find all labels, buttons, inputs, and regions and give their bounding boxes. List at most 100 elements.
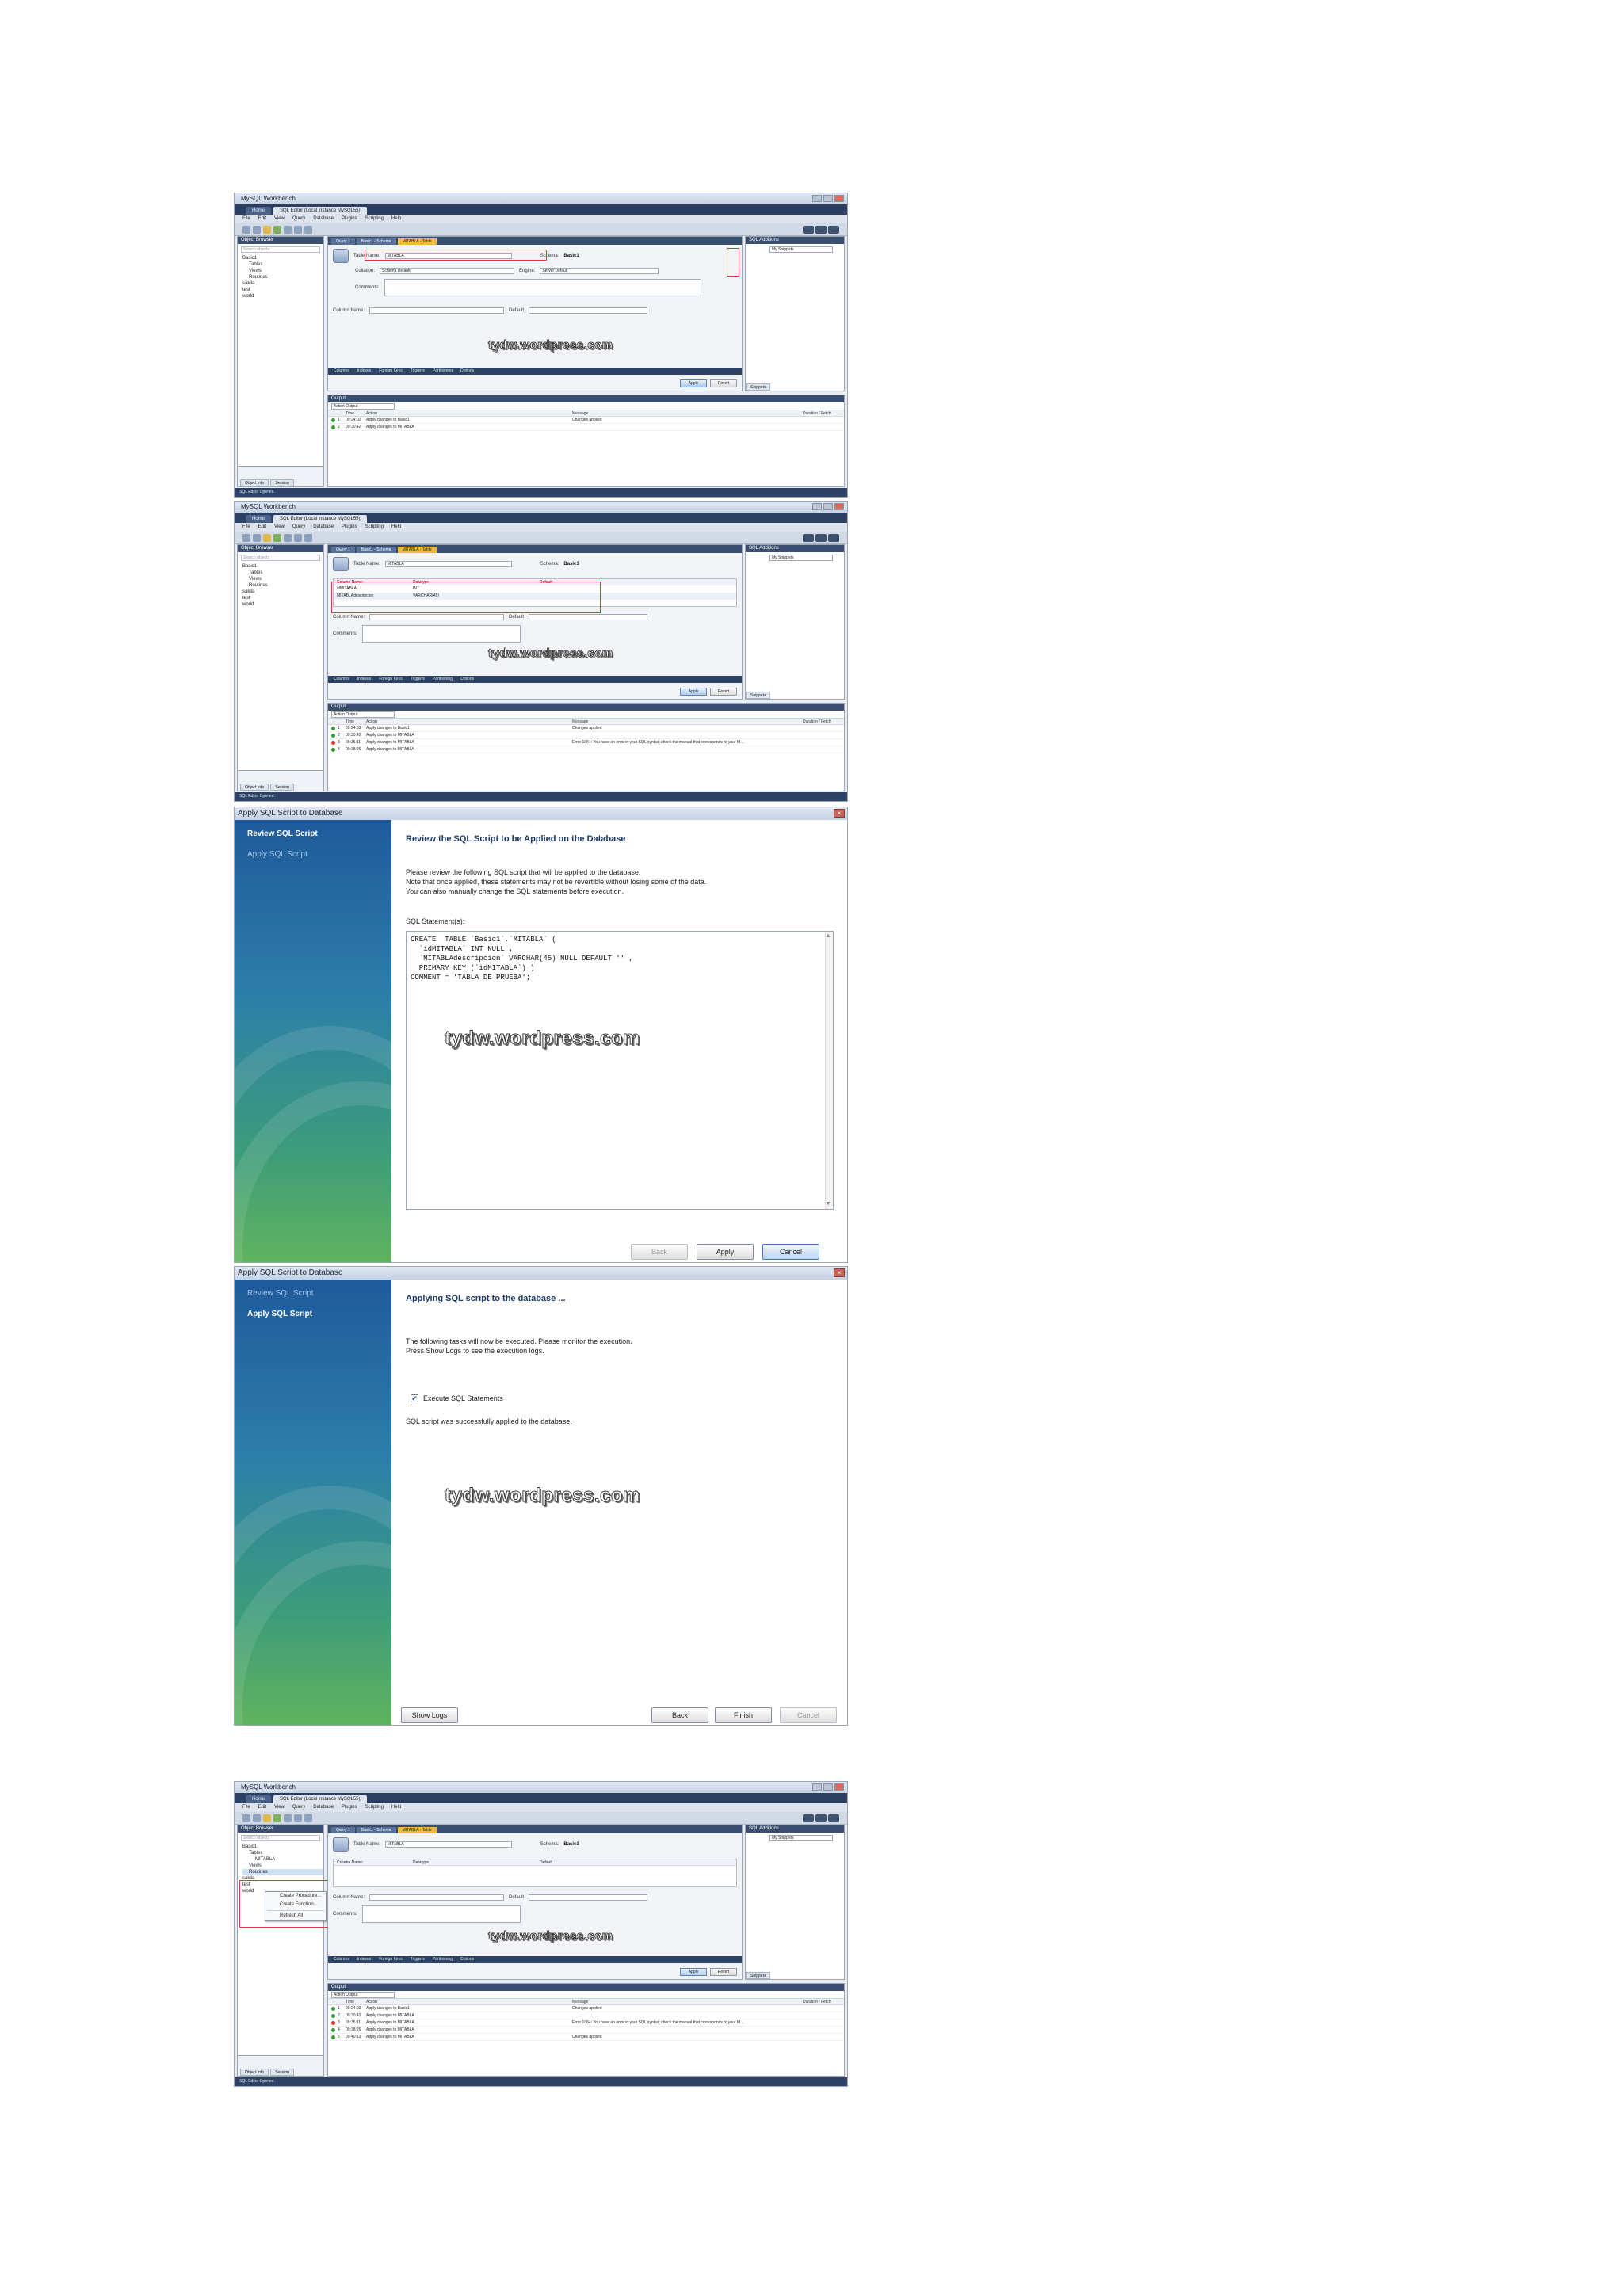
tree-item-world[interactable]: world [242,293,323,299]
tree-item-tables[interactable]: Tables [242,570,323,576]
tree-item-views[interactable]: Views [242,576,323,582]
default-input[interactable] [529,614,648,620]
close-button[interactable] [834,1783,844,1791]
tree-item-mitabla[interactable]: MITABLA [242,1856,323,1863]
layout-bottom-icon[interactable] [815,1814,827,1822]
menu-view[interactable]: View [274,215,285,223]
tab-table[interactable]: MITABLA - Table [397,1827,437,1833]
tab-schema[interactable]: Basic1 - Schema [356,547,396,553]
tree-item-basic1[interactable]: Basic1 [242,255,323,261]
tab-sql-editor[interactable]: SQL Editor (Local instance MySQL55) [273,515,367,523]
tab-indexes[interactable]: Indexes [354,1956,375,1963]
routine-icon[interactable] [304,534,312,542]
tab-foreign-keys[interactable]: Foreign Keys [376,676,405,683]
menu-edit[interactable]: Edit [258,523,266,532]
tab-session[interactable]: Session [270,2069,294,2076]
tab-object-info[interactable]: Object Info [240,479,269,486]
menu-edit[interactable]: Edit [258,215,266,223]
revert-button[interactable]: Revert [710,688,737,696]
comments-input[interactable] [361,625,521,643]
menu-scripting[interactable]: Scripting [365,523,384,532]
cancel-button[interactable]: Cancel [762,1244,819,1260]
maximize-button[interactable] [823,195,833,202]
open-file-icon[interactable] [253,226,261,234]
sql-script-editor[interactable]: CREATE TABLE `Basic1`.`MITABLA` ( `idMIT… [406,931,834,1210]
tree-item-routines[interactable]: Routines [242,274,323,280]
menu-help[interactable]: Help [391,523,401,532]
output-row[interactable]: 2 09:30:42 Apply changes to MITABLA [328,2012,844,2019]
maximize-button[interactable] [823,1783,833,1791]
sql-scrollbar[interactable] [825,932,833,1209]
cancel-button[interactable]: Cancel [780,1707,837,1723]
tab-triggers[interactable]: Triggers [407,368,428,375]
back-button[interactable]: Back [651,1707,708,1723]
close-icon[interactable]: × [834,1268,845,1277]
menu-query[interactable]: Query [292,215,305,223]
tab-snippets[interactable]: Snippets [746,1972,771,1979]
menu-database[interactable]: Database [313,523,334,532]
tab-options[interactable]: Options [457,676,477,683]
menu-plugins[interactable]: Plugins [342,523,357,532]
schema-icon[interactable] [273,534,281,542]
layout-left-icon[interactable] [803,226,814,234]
new-query-icon[interactable] [242,226,250,234]
snippets-select[interactable]: My Snippets [769,1835,833,1841]
tab-partitioning[interactable]: Partitioning [430,368,456,375]
table-icon[interactable] [284,226,292,234]
tab-columns[interactable]: Columns [330,1956,353,1963]
snippets-select[interactable]: My Snippets [769,246,833,253]
menu-file[interactable]: File [242,215,250,223]
table-icon[interactable] [284,534,292,542]
minimize-button[interactable] [812,503,822,510]
tab-sql-editor[interactable]: SQL Editor (Local instance MySQL55) [273,1795,367,1803]
menu-file[interactable]: File [242,523,250,532]
output-select[interactable]: Action Output [331,402,395,410]
output-row[interactable]: 5 09:40:13 Apply changes to MITABLA Changes… [328,2034,844,2041]
object-search-input[interactable]: Search objects [241,1835,320,1841]
output-row[interactable]: 4 09:38:26 Apply changes to MITABLA [328,746,844,753]
layout-bottom-icon[interactable] [815,226,827,234]
default-input[interactable] [529,307,648,314]
finish-button[interactable]: Finish [715,1707,772,1723]
execute-icon[interactable] [263,226,271,234]
minimize-button[interactable] [812,195,822,202]
output-select[interactable]: Action Output [331,711,395,718]
output-row[interactable]: 2 09:30:42 Apply changes to MITABLA [328,424,844,431]
show-logs-button[interactable]: Show Logs [401,1707,458,1723]
tab-columns[interactable]: Columns [330,676,353,683]
menu-query[interactable]: Query [292,1803,305,1812]
apply-button[interactable]: Apply [680,688,707,696]
tree-item-test[interactable]: test [242,287,323,293]
tree-item-world[interactable]: world [242,601,323,608]
tab-foreign-keys[interactable]: Foreign Keys [376,368,405,375]
close-button[interactable] [834,195,844,202]
menu-plugins[interactable]: Plugins [342,1803,357,1812]
output-row[interactable]: 1 09:24:02 Apply changes to Basic1 Changes … [328,2005,844,2012]
tab-indexes[interactable]: Indexes [354,676,375,683]
column-name-input[interactable] [369,1894,505,1901]
execute-icon[interactable] [263,1814,271,1822]
tab-options[interactable]: Options [457,368,477,375]
layout-left-icon[interactable] [803,1814,814,1822]
column-name-input[interactable] [369,307,505,314]
tree-item-views[interactable]: Views [242,1863,323,1869]
output-row[interactable]: 1 09:24:02 Apply changes to Basic1 Changes … [328,417,844,424]
engine-select[interactable]: Server Default [540,268,659,274]
table-icon[interactable] [284,1814,292,1822]
tree-item-tables[interactable]: Tables [242,261,323,268]
minimize-button[interactable] [812,1783,822,1791]
output-row[interactable]: 3 09:35:11 Apply changes to MITABLA Error 1… [328,739,844,746]
menu-query[interactable]: Query [292,523,305,532]
tab-table[interactable]: MITABLA - Table [397,547,437,553]
tree-item-views[interactable]: Views [242,268,323,274]
revert-button[interactable]: Revert [710,1968,737,1976]
tab-home[interactable]: Home [246,207,272,215]
open-file-icon[interactable] [253,534,261,542]
tab-columns[interactable]: Columns [330,368,353,375]
menu-help[interactable]: Help [391,1803,401,1812]
column-name-input[interactable] [369,614,505,620]
tree-item-routines[interactable]: Routines [242,1869,323,1875]
close-icon[interactable]: × [834,809,845,818]
view-icon[interactable] [294,1814,302,1822]
apply-button[interactable]: Apply [680,379,707,387]
